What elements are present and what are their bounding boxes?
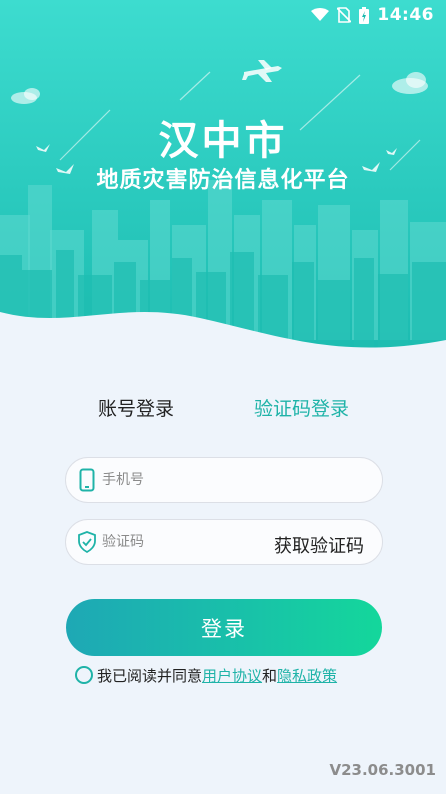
agreement-row: 我已阅读并同意 用户协议 和 隐私政策	[75, 664, 337, 686]
agree-checkbox[interactable]	[75, 666, 93, 684]
code-input[interactable]	[102, 534, 252, 550]
no-sim-icon	[337, 7, 352, 23]
code-field[interactable]: 获取验证码	[65, 519, 383, 565]
battery-charging-icon	[359, 6, 370, 24]
phone-input[interactable]	[102, 472, 252, 488]
status-bar: 14:46	[0, 0, 446, 30]
login-tabs: 账号登录 验证码登录	[0, 394, 446, 428]
tab-code-login[interactable]: 验证码登录	[254, 394, 349, 421]
agreement-prefix: 我已阅读并同意	[97, 666, 203, 685]
status-time: 14:46	[377, 5, 434, 25]
agreement-and: 和	[262, 666, 278, 685]
version-label: V23.06.3001	[329, 761, 436, 779]
phone-icon	[76, 467, 98, 493]
tab-account-login[interactable]: 账号登录	[98, 394, 174, 421]
privacy-policy-link[interactable]: 隐私政策	[277, 665, 337, 686]
phone-field[interactable]	[65, 457, 383, 503]
get-code-button[interactable]: 获取验证码	[274, 532, 364, 558]
user-agreement-link[interactable]: 用户协议	[202, 665, 262, 686]
app-subtitle: 地质灾害防治信息化平台	[96, 168, 350, 193]
login-button[interactable]: 登录	[66, 599, 382, 656]
shield-check-icon	[76, 529, 98, 555]
wifi-icon	[311, 8, 330, 21]
app-title-city: 汉中市	[158, 118, 288, 164]
